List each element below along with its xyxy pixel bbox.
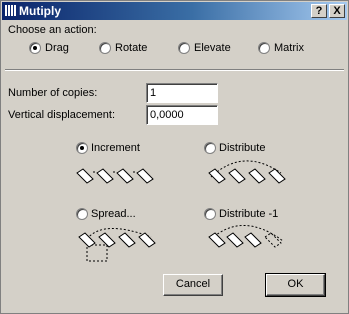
radio-elevate-label[interactable]: Elevate [194, 42, 231, 55]
window-title: Mutiply [19, 4, 61, 18]
copies-input[interactable]: 1 [146, 83, 218, 103]
action-group-label: Choose an action: [8, 24, 97, 36]
radio-rotate[interactable] [99, 42, 111, 54]
title-bar[interactable]: Mutiply ? X [2, 2, 347, 20]
increment-diagram-icon [76, 168, 154, 184]
close-button[interactable]: X [329, 4, 345, 18]
radio-drag-label[interactable]: Drag [45, 42, 69, 55]
radio-matrix[interactable] [258, 42, 270, 54]
displacement-input[interactable]: 0,0000 [146, 105, 218, 125]
radio-increment[interactable] [76, 142, 88, 154]
cancel-button[interactable]: Cancel [163, 274, 223, 296]
radio-elevate[interactable] [178, 42, 190, 54]
multiply-dialog: Mutiply ? X Choose an action: Drag Rotat… [0, 0, 349, 314]
distribute-diagram-icon [208, 160, 286, 184]
multiply-app-icon [5, 5, 16, 16]
separator [5, 69, 344, 71]
distribute-minus-one-diagram-icon [208, 225, 284, 248]
ok-button[interactable]: OK [265, 273, 326, 297]
help-button[interactable]: ? [311, 4, 327, 18]
displacement-label: Vertical displacement: [8, 109, 115, 121]
radio-drag[interactable] [29, 42, 41, 54]
radio-rotate-label[interactable]: Rotate [115, 42, 147, 55]
radio-matrix-label[interactable]: Matrix [274, 42, 304, 55]
copies-label: Number of copies: [8, 87, 98, 99]
radio-increment-label[interactable]: Increment [91, 142, 140, 155]
spread-diagram-icon [78, 228, 156, 262]
